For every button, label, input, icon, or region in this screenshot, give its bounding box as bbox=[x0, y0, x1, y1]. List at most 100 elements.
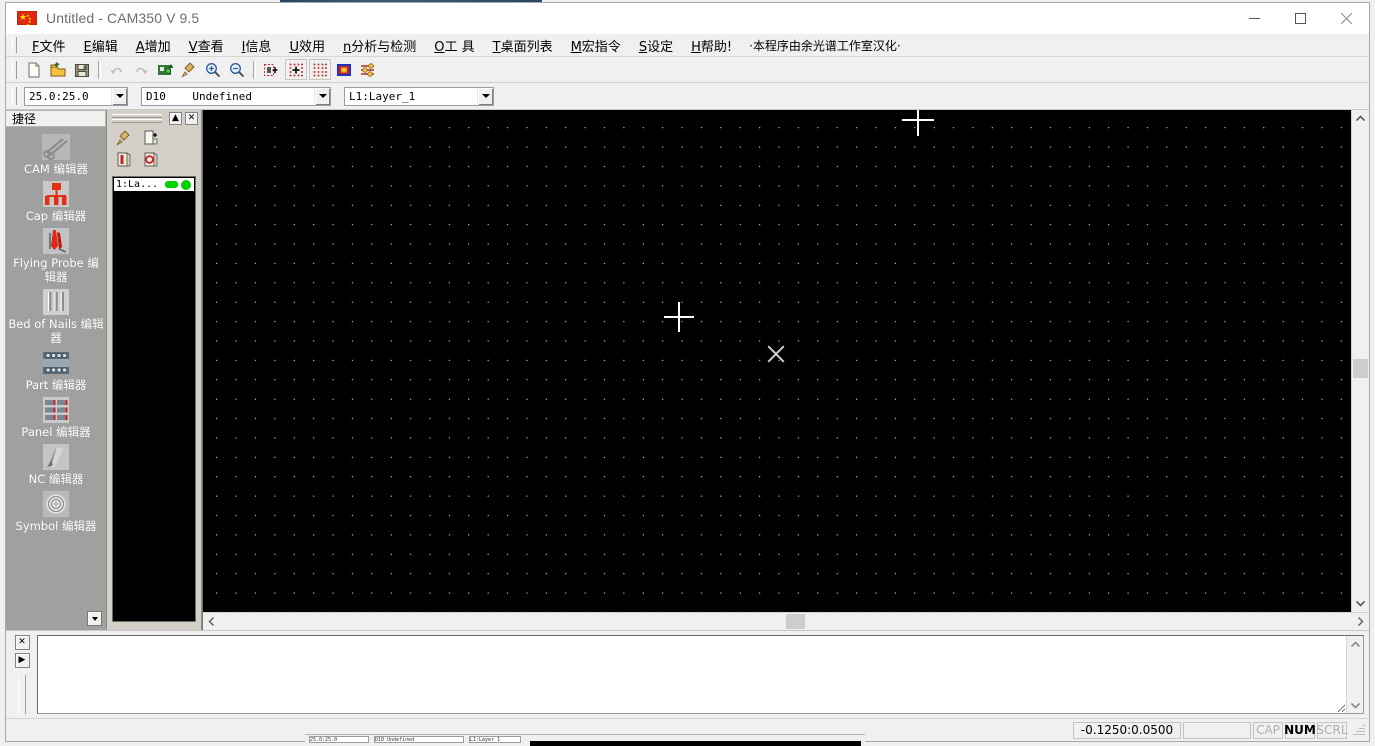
layer-settings-icon[interactable] bbox=[357, 59, 379, 80]
open-file-icon[interactable] bbox=[47, 59, 69, 80]
layer-list[interactable]: 1:La... bbox=[112, 176, 196, 622]
scroll-down-arrow-icon[interactable] bbox=[1352, 595, 1369, 612]
zoom-level-combo[interactable]: 25.0:25.0 bbox=[24, 86, 128, 106]
sidebar-item-cam-editor[interactable]: CAM 编辑器 bbox=[6, 132, 106, 176]
menu-table-list[interactable]: T桌面列表 bbox=[484, 34, 562, 57]
save-file-icon[interactable] bbox=[71, 59, 93, 80]
maximize-button[interactable] bbox=[1277, 3, 1323, 33]
grid-display-icon[interactable] bbox=[309, 59, 331, 80]
command-pane-close-button[interactable]: ✕ bbox=[14, 635, 30, 650]
chevron-down-icon[interactable] bbox=[111, 87, 127, 105]
menu-macro[interactable]: M宏指令 bbox=[562, 34, 630, 57]
redo-icon[interactable] bbox=[130, 59, 152, 80]
sidebar-item-cap-editor[interactable]: Cap 编辑器 bbox=[6, 179, 106, 223]
sidebar-item-part-editor[interactable]: Part 编辑器 bbox=[6, 348, 106, 392]
toolbar-separator-2 bbox=[253, 60, 256, 79]
add-flash-icon[interactable] bbox=[261, 59, 283, 80]
command-scroll-up-icon[interactable] bbox=[1347, 636, 1363, 652]
window-title: Untitled - CAM350 V 9.5 bbox=[46, 10, 200, 26]
horizontal-scroll-thumb[interactable] bbox=[786, 614, 805, 629]
zoom-out-icon[interactable] bbox=[226, 59, 248, 80]
toolbar-grip[interactable] bbox=[12, 60, 17, 79]
menu-help[interactable]: H帮助! bbox=[682, 34, 741, 57]
property-toolbar: 25.0:25.0 D10 Undefined L1:Layer_1 bbox=[6, 83, 1369, 110]
layer-paint-icon[interactable] bbox=[115, 129, 133, 147]
scroll-right-arrow-icon[interactable] bbox=[1352, 613, 1369, 630]
command-scroll-down-icon[interactable] bbox=[1347, 697, 1363, 713]
shortcut-sidebar: 捷径 CAM 编辑器 Cap 编辑器 Flying Probe 编辑器 Bed … bbox=[6, 110, 107, 630]
color-palette-icon[interactable] bbox=[333, 59, 355, 80]
close-button[interactable] bbox=[1323, 3, 1369, 33]
command-pane: ✕ ▶ bbox=[6, 630, 1369, 718]
clean-icon[interactable] bbox=[178, 59, 200, 80]
sidebar-item-label: Cap 编辑器 bbox=[25, 209, 87, 223]
undo-icon[interactable] bbox=[106, 59, 128, 80]
canvas-horizontal-scrollbar[interactable] bbox=[203, 612, 1369, 630]
sidebar-item-nc-editor[interactable]: NC 编辑器 bbox=[6, 442, 106, 486]
layer-panel-restore-button[interactable]: ▲ bbox=[169, 112, 182, 125]
layer-visibility-indicator[interactable] bbox=[165, 181, 178, 188]
command-input-wrapper[interactable] bbox=[37, 635, 1364, 714]
more-shortcuts-button[interactable] bbox=[87, 611, 102, 626]
canvas-row bbox=[203, 110, 1369, 612]
vertical-scroll-track[interactable] bbox=[1352, 127, 1369, 595]
scroll-up-arrow-icon[interactable] bbox=[1352, 110, 1369, 127]
sidebar-item-panel-editor[interactable]: Panel 编辑器 bbox=[6, 395, 106, 439]
sidebar-item-flying-probe-editor[interactable]: Flying Probe 编辑器 bbox=[6, 226, 106, 284]
dcode-combo[interactable]: D10 Undefined bbox=[141, 86, 331, 106]
command-pane-expand-button[interactable]: ▶ bbox=[14, 653, 30, 668]
sidebar-item-label: CAM 编辑器 bbox=[24, 162, 88, 176]
background-window-peek: 25.0:25.0 D10 Undefined L1:Layer_1 bbox=[305, 734, 865, 746]
resize-grip-icon[interactable] bbox=[1351, 723, 1365, 737]
bg-dcode-combo: D10 Undefined bbox=[374, 736, 464, 743]
menu-info[interactable]: I信息 bbox=[233, 34, 281, 57]
menu-analysis[interactable]: n分析与检测 bbox=[334, 34, 425, 57]
chevron-down-icon[interactable] bbox=[314, 87, 330, 105]
scroll-left-arrow-icon[interactable] bbox=[203, 613, 220, 630]
menubar-grip[interactable] bbox=[12, 37, 17, 53]
layer-panel-close-button[interactable]: ✕ bbox=[185, 112, 198, 125]
pcb-canvas[interactable] bbox=[203, 110, 1351, 612]
command-pane-grip[interactable] bbox=[18, 675, 26, 714]
nc-editor-icon bbox=[39, 442, 73, 472]
command-vertical-scrollbar[interactable] bbox=[1346, 636, 1363, 713]
sidebar-item-label: NC 编辑器 bbox=[28, 472, 84, 486]
menu-add[interactable]: A增加 bbox=[127, 34, 180, 57]
menu-edit[interactable]: E编辑 bbox=[75, 34, 127, 57]
layer-list-item[interactable]: 1:La... bbox=[114, 178, 194, 191]
sidebar-header: 捷径 bbox=[6, 110, 106, 127]
menu-file[interactable]: F文件 bbox=[23, 34, 75, 57]
vertical-scroll-thumb[interactable] bbox=[1353, 359, 1368, 378]
layer-add-icon[interactable] bbox=[142, 129, 160, 147]
status-scrl-indicator: SCRL bbox=[1316, 721, 1348, 739]
sidebar-items: CAM 编辑器 Cap 编辑器 Flying Probe 编辑器 Bed of … bbox=[6, 127, 106, 630]
horizontal-scroll-track[interactable] bbox=[220, 613, 1352, 630]
canvas-vertical-scrollbar[interactable] bbox=[1351, 110, 1369, 612]
new-file-icon[interactable] bbox=[23, 59, 45, 80]
command-input[interactable] bbox=[38, 636, 1346, 713]
menu-settings[interactable]: S设定 bbox=[630, 34, 682, 57]
layer-delete-icon[interactable] bbox=[142, 151, 160, 169]
chevron-down-icon[interactable] bbox=[477, 87, 493, 105]
layer-item-label: 1:La... bbox=[116, 179, 159, 190]
part-editor-icon bbox=[39, 348, 73, 378]
menu-view[interactable]: V查看 bbox=[180, 34, 233, 57]
redraw-icon[interactable] bbox=[154, 59, 176, 80]
zoom-in-icon[interactable] bbox=[202, 59, 224, 80]
status-cap-indicator: CAP bbox=[1253, 721, 1283, 739]
toolbar-separator-1 bbox=[98, 60, 101, 79]
cap-editor-icon bbox=[39, 179, 73, 209]
property-toolbar-grip[interactable] bbox=[12, 87, 17, 105]
layer-active-indicator[interactable] bbox=[181, 179, 191, 190]
layer-import-icon[interactable] bbox=[115, 151, 133, 169]
minimize-button[interactable] bbox=[1231, 3, 1277, 33]
sidebar-item-symbol-editor[interactable]: Symbol 编辑器 bbox=[6, 489, 106, 533]
bg-zoom-combo: 25.0:25.0 bbox=[309, 736, 369, 743]
menu-utilities[interactable]: U效用 bbox=[280, 34, 334, 57]
sidebar-item-bed-of-nails-editor[interactable]: Bed of Nails 编辑器 bbox=[6, 287, 106, 345]
layer-combo[interactable]: L1:Layer_1 bbox=[344, 86, 494, 106]
workspace: 捷径 CAM 编辑器 Cap 编辑器 Flying Probe 编辑器 Bed … bbox=[6, 110, 1369, 630]
menu-tools[interactable]: O工 具 bbox=[425, 34, 483, 57]
sidebar-item-label: Panel 编辑器 bbox=[21, 425, 91, 439]
grid-snap-icon[interactable] bbox=[285, 59, 307, 80]
